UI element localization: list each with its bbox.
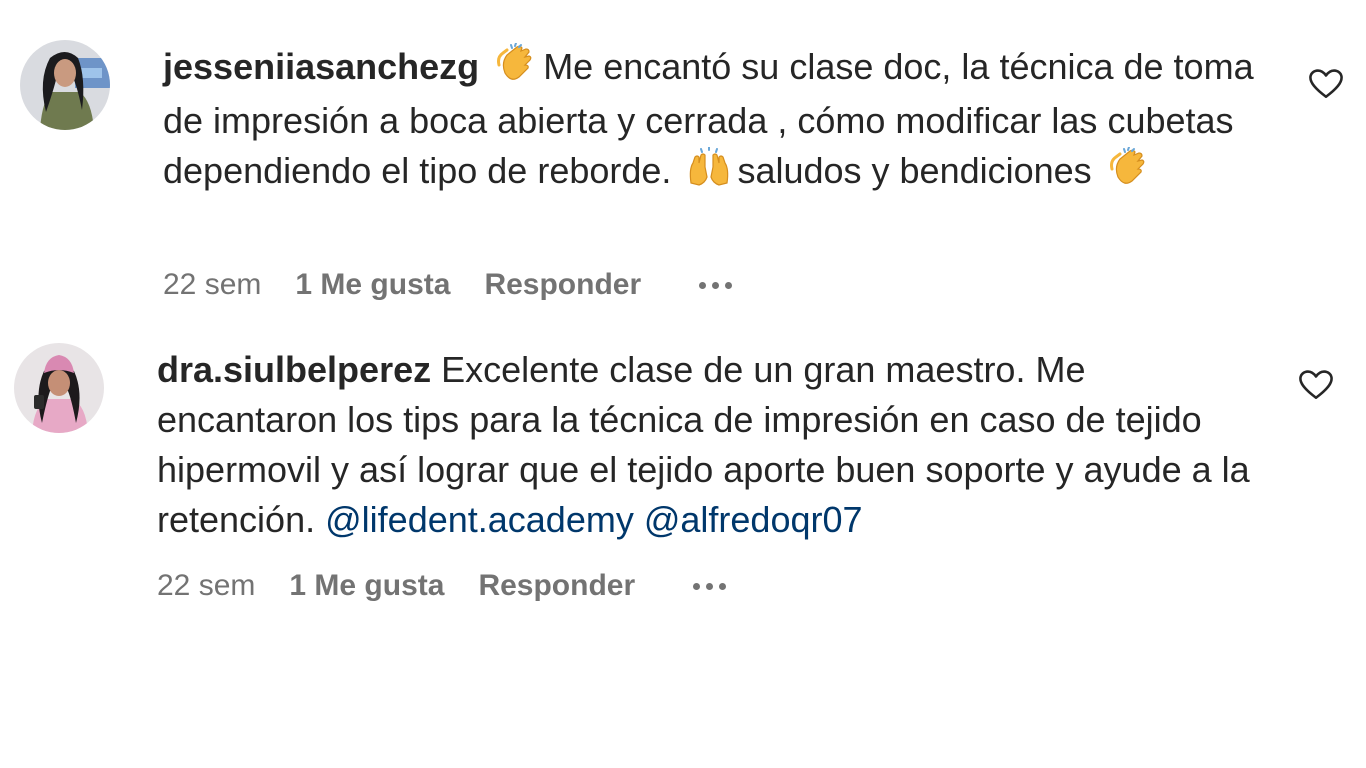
- comment-text-part: saludos y bendiciones: [737, 150, 1092, 191]
- reply-button[interactable]: Responder: [484, 268, 641, 302]
- like-heart-icon[interactable]: [1299, 369, 1333, 406]
- mention-link[interactable]: @lifedent.academy: [325, 499, 634, 540]
- comment-username[interactable]: dra.siulbelperez: [157, 349, 431, 390]
- comment-body: dra.siulbelperez Excelente clase de un g…: [157, 345, 1267, 545]
- comment-text: dra.siulbelperez Excelente clase de un g…: [157, 345, 1267, 545]
- mention-link[interactable]: @alfredoqr07: [644, 499, 863, 540]
- avatar[interactable]: [14, 343, 104, 433]
- likes-count[interactable]: 1 Me gusta: [289, 569, 444, 603]
- comment-timestamp[interactable]: 22 sem: [163, 268, 261, 302]
- clapping-hands-icon: [1108, 146, 1150, 200]
- comment-meta: 22 sem 1 Me gusta Responder: [157, 569, 727, 603]
- comment-meta: 22 sem 1 Me gusta Responder: [163, 268, 733, 302]
- like-heart-icon[interactable]: [1309, 68, 1343, 105]
- comment-username[interactable]: jesseniiasanchezg: [163, 46, 479, 87]
- avatar[interactable]: [20, 40, 110, 130]
- raising-hands-icon: [687, 146, 731, 200]
- comment-body: jesseniiasanchezg Me encantó su clase do…: [163, 42, 1273, 200]
- avatar-photo: [14, 343, 104, 433]
- avatar-photo: [20, 40, 110, 130]
- comment-text: jesseniiasanchezg Me encantó su clase do…: [163, 42, 1273, 200]
- more-options-icon[interactable]: [699, 281, 733, 289]
- reply-button[interactable]: Responder: [478, 569, 635, 603]
- comment-timestamp[interactable]: 22 sem: [157, 569, 255, 603]
- more-options-icon[interactable]: [693, 582, 727, 590]
- likes-count[interactable]: 1 Me gusta: [295, 268, 450, 302]
- clapping-hands-icon: [495, 42, 537, 96]
